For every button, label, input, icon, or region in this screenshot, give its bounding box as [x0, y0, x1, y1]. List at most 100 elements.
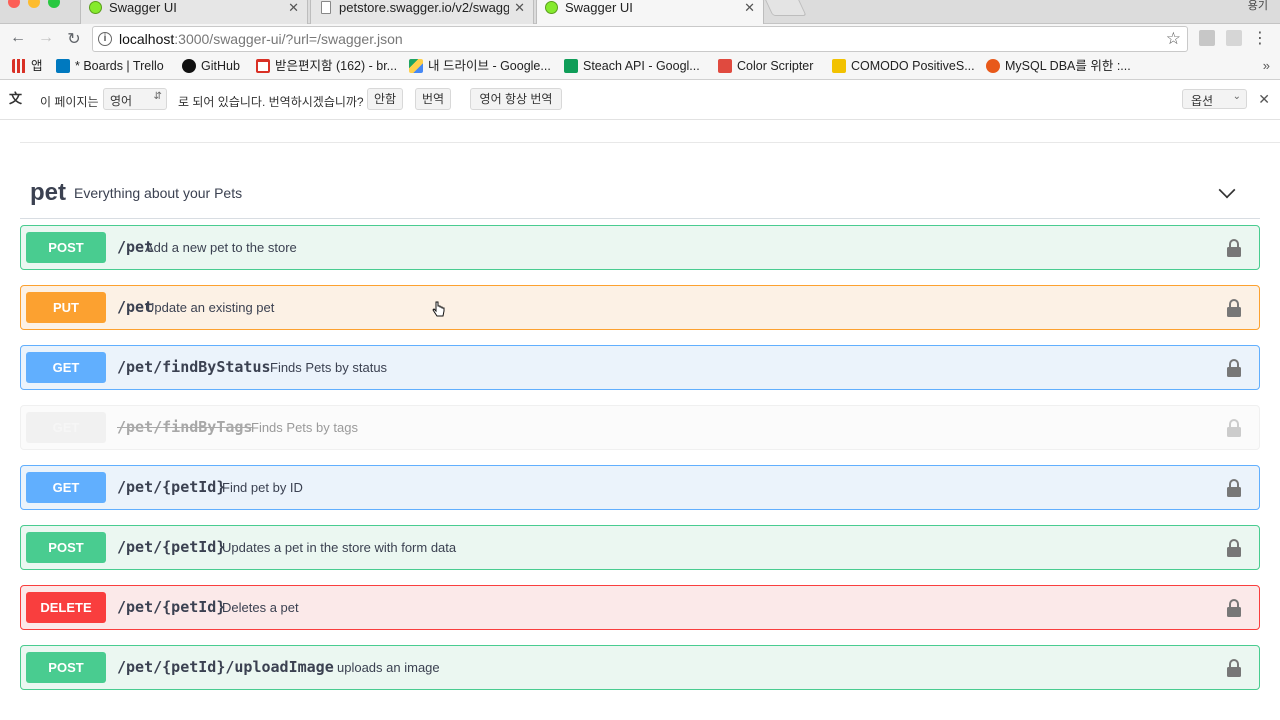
- bookmark-mysql[interactable]: MySQL DBA를 위한 :...: [986, 58, 1131, 76]
- operation-get-row[interactable]: GET/pet/findByTags Finds Pets by tags: [20, 405, 1260, 450]
- translate-button[interactable]: 번역: [415, 88, 451, 110]
- browser-toolbar: ← → ↻ i localhost:3000/swagger-ui/?url=/…: [0, 24, 1280, 54]
- operation-path: /pet/findByTags: [117, 418, 253, 436]
- window-minimize-button[interactable]: [28, 0, 40, 8]
- tag-header-pet[interactable]: pet Everything about your Pets: [20, 163, 1260, 219]
- operation-summary: Finds Pets by tags: [251, 420, 358, 435]
- swagger-ui-content: pet Everything about your Pets POST/pet A…: [0, 121, 1280, 720]
- bookmark-label: MySQL DBA를 위한 :...: [1005, 59, 1131, 73]
- bookmark-label: 받은편지함 (162) - br...: [275, 59, 398, 73]
- browser-tab-2[interactable]: petstore.swagger.io/v2/swagg ✕: [310, 0, 534, 24]
- operation-summary: Find pet by ID: [222, 480, 303, 495]
- lock-icon[interactable]: [1226, 298, 1242, 318]
- bookmark-star-icon[interactable]: ☆: [1166, 29, 1181, 49]
- operation-path: /pet/{petId}: [117, 478, 226, 496]
- operation-delete-row[interactable]: DELETE/pet/{petId} Deletes a pet: [20, 585, 1260, 630]
- bookmarks-overflow-button[interactable]: »: [1263, 58, 1270, 73]
- bookmark-google-sheets[interactable]: Steach API - Googl...: [564, 58, 700, 76]
- window-close-button[interactable]: [8, 0, 20, 8]
- language-select-value: 영어: [110, 94, 133, 108]
- operation-get-row[interactable]: GET/pet/findByStatus Finds Pets by status: [20, 345, 1260, 390]
- reload-icon[interactable]: ↻: [64, 29, 84, 49]
- site-info-icon[interactable]: i: [98, 32, 112, 46]
- tab-close-icon[interactable]: ✕: [744, 0, 755, 16]
- browser-tab-1[interactable]: Swagger UI ✕: [80, 0, 308, 24]
- chevron-down-icon[interactable]: [1218, 181, 1236, 199]
- bookmark-label: COMODO PositiveS...: [851, 59, 975, 73]
- profile-label[interactable]: 용기: [1248, 0, 1268, 13]
- bookmark-label: 앱: [31, 59, 43, 73]
- operation-summary: Update an existing pet: [145, 300, 275, 315]
- lock-icon[interactable]: [1226, 478, 1242, 498]
- operation-path: /pet/findByStatus: [117, 358, 271, 376]
- bookmark-google-drive[interactable]: 내 드라이브 - Google...: [409, 58, 551, 76]
- bookmark-label: Steach API - Googl...: [583, 59, 700, 73]
- extension-icon[interactable]: [1199, 30, 1215, 46]
- bookmark-github[interactable]: GitHub: [182, 58, 240, 76]
- operation-path: /pet/{petId}: [117, 598, 226, 616]
- bookmark-label: * Boards | Trello: [75, 59, 164, 73]
- apps-grid-icon: [12, 59, 26, 73]
- operation-summary: Updates a pet in the store with form dat…: [222, 540, 457, 555]
- divider: [20, 142, 1280, 143]
- comodo-icon: [832, 59, 846, 73]
- operation-get-row[interactable]: GET/pet/{petId} Find pet by ID: [20, 465, 1260, 510]
- options-label: 옵션: [1191, 94, 1214, 108]
- browser-menu-icon[interactable]: ⋮: [1252, 28, 1268, 48]
- url-text[interactable]: localhost:3000/swagger-ui/?url=/swagger.…: [119, 31, 403, 47]
- translate-prefix-text: 이 페이지는: [40, 95, 99, 109]
- document-favicon-icon: [321, 1, 331, 14]
- bookmark-trello[interactable]: * Boards | Trello: [56, 58, 164, 76]
- bookmark-label: Color Scripter: [737, 59, 814, 73]
- lock-icon[interactable]: [1226, 538, 1242, 558]
- swagger-favicon-icon: [545, 1, 558, 14]
- http-method-badge: GET: [26, 472, 106, 503]
- tag-name: pet: [30, 179, 66, 206]
- window-zoom-button[interactable]: [48, 0, 60, 8]
- swagger-favicon-icon: [89, 1, 102, 14]
- new-tab-button[interactable]: [763, 0, 807, 16]
- http-method-badge: POST: [26, 232, 106, 263]
- http-method-badge: PUT: [26, 292, 106, 323]
- never-translate-button[interactable]: 안함: [367, 88, 403, 110]
- bookmark-label: 내 드라이브 - Google...: [428, 59, 551, 73]
- operation-post-row[interactable]: POST/pet Add a new pet to the store: [20, 225, 1260, 270]
- tab-close-icon[interactable]: ✕: [514, 0, 525, 16]
- operation-path: /pet/{petId}: [117, 538, 226, 556]
- bookmark-color-scripter[interactable]: Color Scripter: [718, 58, 813, 76]
- back-arrow-icon[interactable]: ←: [8, 29, 28, 47]
- http-method-badge: POST: [26, 652, 106, 683]
- always-translate-button[interactable]: 영어 항상 번역: [470, 88, 562, 110]
- address-bar[interactable]: i localhost:3000/swagger-ui/?url=/swagge…: [92, 26, 1188, 52]
- bookmark-comodo[interactable]: COMODO PositiveS...: [832, 58, 975, 76]
- lock-icon[interactable]: [1226, 358, 1242, 378]
- operation-put-row[interactable]: PUT/pet Update an existing pet: [20, 285, 1260, 330]
- bookmarks-bar: 앱 * Boards | Trello GitHub 받은편지함 (162) -…: [0, 54, 1280, 80]
- operation-path: /pet/{petId}/uploadImage: [117, 658, 334, 676]
- translate-infobar: 文 이 페이지는 영어 ⇵ 로 되어 있습니다. 번역하시겠습니까? 안함 번역 …: [0, 80, 1280, 120]
- lock-icon[interactable]: [1226, 418, 1242, 438]
- language-select[interactable]: 영어 ⇵: [103, 88, 167, 110]
- browser-tab-strip: Swagger UI ✕ petstore.swagger.io/v2/swag…: [0, 0, 1280, 25]
- browser-tab-3-active[interactable]: Swagger UI ✕: [536, 0, 764, 25]
- lock-icon[interactable]: [1226, 238, 1242, 258]
- bookmark-gmail[interactable]: 받은편지함 (162) - br...: [256, 58, 397, 76]
- lock-icon[interactable]: [1226, 598, 1242, 618]
- bookmark-apps[interactable]: 앱: [12, 58, 43, 76]
- tab-title: Swagger UI: [565, 0, 633, 15]
- mysql-icon: [986, 59, 1000, 73]
- lock-icon[interactable]: [1226, 658, 1242, 678]
- url-host: localhost: [119, 31, 175, 47]
- extension-icon[interactable]: [1226, 30, 1242, 46]
- tab-title: petstore.swagger.io/v2/swagg: [339, 0, 509, 15]
- tab-close-icon[interactable]: ✕: [288, 0, 299, 16]
- operation-post-row[interactable]: POST/pet/{petId}/uploadImage uploads an i…: [20, 645, 1260, 690]
- operation-summary: Add a new pet to the store: [145, 240, 297, 255]
- chevron-down-icon: ⌄: [1232, 91, 1241, 102]
- close-icon[interactable]: ✕: [1258, 91, 1270, 108]
- operation-post-row[interactable]: POST/pet/{petId} Updates a pet in the sto…: [20, 525, 1260, 570]
- translate-icon: 文: [9, 91, 23, 106]
- forward-arrow-icon[interactable]: →: [36, 29, 56, 47]
- translate-options-button[interactable]: 옵션 ⌄: [1182, 89, 1247, 109]
- http-method-badge: GET: [26, 352, 106, 383]
